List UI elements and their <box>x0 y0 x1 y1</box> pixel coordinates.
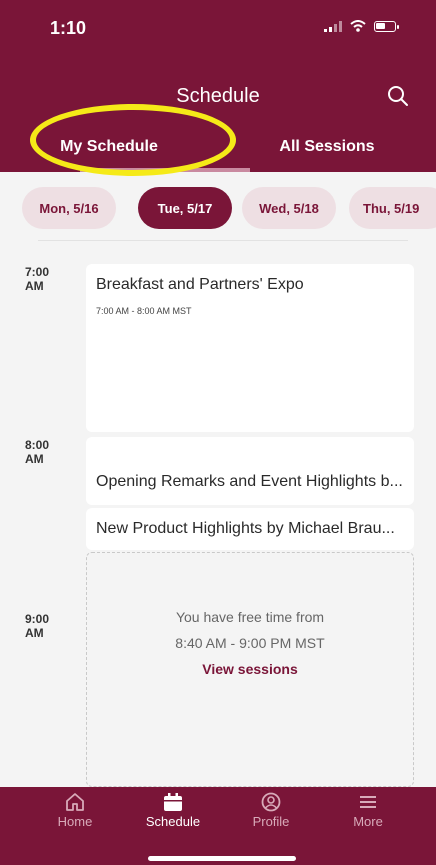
time-label-9am: 9:00 AM <box>25 612 49 640</box>
tabbar-item-schedule[interactable]: Schedule <box>133 792 213 829</box>
highlight-annotation <box>30 104 236 176</box>
free-time-block: You have free time from 8:40 AM - 9:00 P… <box>86 552 414 787</box>
status-time: 1:10 <box>50 18 87 38</box>
calendar-icon <box>164 793 182 811</box>
search-icon[interactable] <box>386 84 410 108</box>
home-icon <box>66 793 84 811</box>
session-time: 7:00 AM - 8:00 AM MST <box>96 306 192 316</box>
page-title: Schedule <box>176 85 260 107</box>
time-hour: 9:00 <box>25 612 50 626</box>
divider <box>38 240 408 241</box>
time-period: AM <box>25 452 44 466</box>
tabbar-label: Schedule <box>145 814 201 829</box>
signal-icon <box>324 20 342 32</box>
day-selector: Mon, 5/16 Tue, 5/17 Wed, 5/18 Thu, 5/19 <box>0 187 436 231</box>
tabbar-label: Profile <box>252 814 290 829</box>
profile-icon <box>261 792 281 812</box>
tabbar-item-profile[interactable]: Profile <box>231 792 311 829</box>
tabbar-label: Home <box>57 814 93 829</box>
time-period: AM <box>25 626 44 640</box>
session-card[interactable]: Breakfast and Partners' Expo 7:00 AM - 8… <box>86 264 414 432</box>
time-hour: 8:00 <box>25 438 50 452</box>
free-time-text: You have free time from <box>175 609 325 625</box>
menu-icon <box>360 796 376 808</box>
day-chip-thu[interactable]: Thu, 5/19 <box>349 187 436 229</box>
status-bar: 1:10 <box>0 18 436 42</box>
status-icons <box>324 20 399 32</box>
time-period: AM <box>25 279 44 293</box>
day-chip-wed[interactable]: Wed, 5/18 <box>242 187 336 229</box>
day-chip-mon[interactable]: Mon, 5/16 <box>22 187 116 229</box>
session-title: Breakfast and Partners' Expo <box>96 276 304 293</box>
time-label-7am: 7:00 AM <box>25 265 49 293</box>
tabbar-item-home[interactable]: Home <box>35 792 115 829</box>
tab-all-sessions[interactable]: All Sessions <box>218 138 436 156</box>
wifi-icon <box>350 20 366 32</box>
free-time-range: 8:40 AM - 9:00 PM MST <box>175 635 325 651</box>
day-chip-tue[interactable]: Tue, 5/17 <box>138 187 232 229</box>
home-indicator <box>148 856 296 861</box>
session-card[interactable]: New Product Highlights by Michael Brau..… <box>86 508 414 550</box>
tabbar-item-more[interactable]: More <box>328 792 408 829</box>
session-title: New Product Highlights by Michael Brau..… <box>96 520 395 537</box>
battery-icon <box>374 20 399 32</box>
session-title: Opening Remarks and Event Highlights b..… <box>96 473 403 490</box>
time-label-8am: 8:00 AM <box>25 438 49 466</box>
time-hour: 7:00 <box>25 265 50 279</box>
bottom-tab-bar: Home Schedule Profile More <box>0 787 436 865</box>
session-card[interactable]: Opening Remarks and Event Highlights b..… <box>86 437 414 505</box>
tabbar-label: More <box>353 814 383 829</box>
view-sessions-link[interactable]: View sessions <box>87 661 413 677</box>
